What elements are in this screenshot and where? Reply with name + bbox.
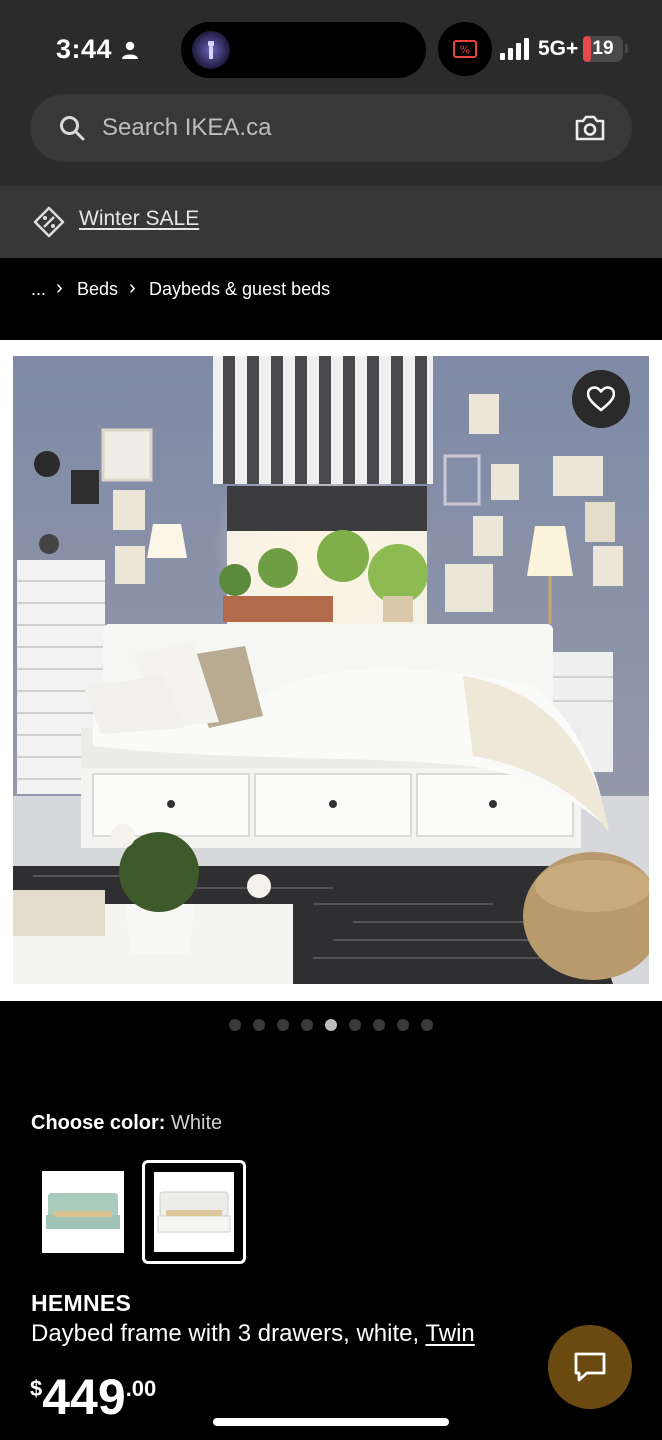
product-description-text: Daybed frame with 3 drawers, white, [31, 1320, 426, 1347]
product-price: $449.00 [30, 1372, 156, 1422]
svg-text:%: % [460, 44, 470, 57]
size-link[interactable]: Twin [425, 1320, 474, 1347]
search-input[interactable] [102, 112, 542, 144]
person-icon [122, 41, 138, 59]
heart-icon [587, 386, 615, 412]
carousel-dot[interactable] [325, 1019, 337, 1031]
chat-button[interactable] [548, 1325, 632, 1409]
product-description: Daybed frame with 3 drawers, white, Twin [31, 1320, 475, 1348]
carousel-dot[interactable] [349, 1019, 361, 1031]
winter-sale-link[interactable]: Winter SALE [79, 207, 199, 231]
search-icon [60, 116, 85, 141]
breadcrumb-beds[interactable]: Beds [77, 279, 118, 300]
product-photo[interactable] [13, 356, 649, 984]
carousel-dot[interactable] [229, 1019, 241, 1031]
network-type: 5G+ [538, 37, 579, 60]
breadcrumb-ellipsis[interactable]: ... [31, 279, 46, 300]
search-bar[interactable] [30, 94, 632, 162]
carousel-indicator [0, 1018, 662, 1032]
recording-icon: % [453, 40, 477, 58]
tag-icon [33, 206, 65, 238]
breadcrumb-separator: › [56, 277, 63, 299]
carousel-dot[interactable] [421, 1019, 433, 1031]
price-currency: $ [30, 1376, 43, 1401]
battery-nub [625, 44, 628, 53]
swatch-image [42, 1171, 124, 1253]
breadcrumb: ... › Beds › Daybeds & guest beds [0, 258, 662, 338]
home-indicator[interactable] [213, 1418, 449, 1426]
product-name: HEMNES [31, 1290, 132, 1316]
promo-banner: Winter SALE [0, 186, 662, 258]
breadcrumb-daybeds[interactable]: Daybeds & guest beds [149, 279, 330, 300]
signal-icon [500, 38, 529, 60]
swatch-image [154, 1172, 234, 1252]
color-chooser-label: Choose color: White [31, 1112, 222, 1135]
color-option-white[interactable] [142, 1160, 246, 1264]
status-bar: 3:44 % 5G+ 19 [0, 0, 662, 92]
battery-icon: 19 [583, 36, 623, 62]
search-area [0, 92, 662, 186]
breadcrumb-separator: › [129, 277, 136, 299]
product-gallery[interactable] [0, 340, 662, 1001]
camera-icon[interactable] [574, 114, 606, 142]
price-cents: .00 [125, 1376, 157, 1401]
carousel-dot[interactable] [301, 1019, 313, 1031]
carousel-dot[interactable] [397, 1019, 409, 1031]
color-option-green[interactable] [31, 1160, 135, 1264]
selected-color: White [171, 1112, 223, 1134]
flashlight-icon [192, 31, 230, 69]
carousel-dot[interactable] [253, 1019, 265, 1031]
carousel-dot[interactable] [373, 1019, 385, 1031]
price-whole: 449 [42, 1369, 126, 1425]
clock: 3:44 [56, 34, 113, 64]
favorite-button[interactable] [572, 370, 630, 428]
carousel-dot[interactable] [277, 1019, 289, 1031]
choose-color-label: Choose color: [31, 1112, 166, 1134]
chat-icon [574, 1352, 606, 1382]
battery-level: 19 [592, 38, 614, 59]
